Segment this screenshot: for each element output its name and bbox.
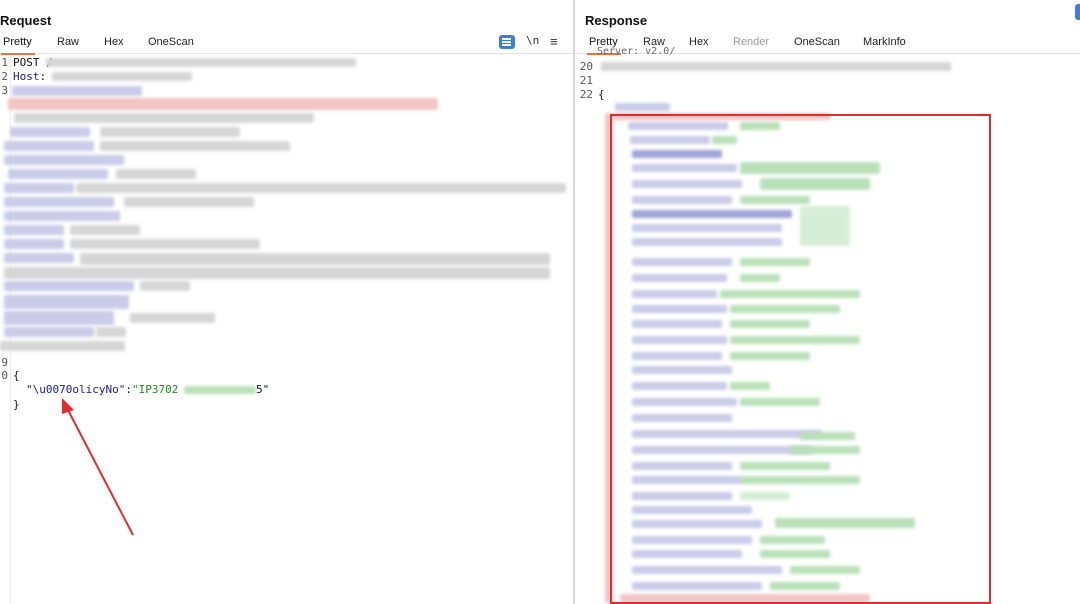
redacted-header (70, 225, 140, 235)
line-number: 21 (579, 74, 593, 87)
json-body-line: "\u0070olicyNo":"IP3702 (26, 383, 178, 396)
request-title: Request (0, 13, 52, 28)
panel-toggle-icon[interactable] (1075, 4, 1080, 20)
request-tab-onescan[interactable]: OneScan (148, 36, 194, 48)
line-number: 1 (1, 56, 8, 69)
redacted-header (4, 197, 114, 207)
json-value-start: "IP3702 (131, 383, 179, 396)
redacted-header (14, 113, 314, 123)
redacted-header (130, 313, 215, 323)
redacted-json (615, 103, 670, 111)
redacted-header (4, 267, 550, 279)
redacted-url (46, 58, 356, 67)
json-colon: : (125, 383, 132, 396)
response-tab-render[interactable]: Render (733, 36, 769, 48)
wrap-lines-icon[interactable] (499, 35, 515, 49)
redacted-header (4, 311, 114, 325)
redacted-header (100, 141, 290, 151)
request-tab-raw[interactable]: Raw (57, 36, 79, 48)
line-number: 20 (579, 60, 593, 73)
json-close-brace: } (13, 398, 20, 411)
json-value-end: 5" (256, 383, 270, 396)
redacted-header (140, 281, 190, 291)
request-pane: Request Pretty Raw Hex OneScan \n ≡ 1 PO… (0, 0, 573, 604)
redacted-header (4, 155, 124, 165)
redacted-header (4, 253, 74, 263)
redacted-header (4, 327, 94, 337)
redacted-header (116, 169, 196, 179)
request-tab-hex[interactable]: Hex (104, 36, 124, 48)
redacted-header (100, 127, 240, 137)
redacted-header (601, 62, 951, 71)
response-title: Response (585, 13, 648, 28)
line-number: 3 (1, 84, 8, 97)
host-header-label: Host: (13, 70, 47, 83)
response-tab-onescan[interactable]: OneScan (794, 36, 840, 48)
redacted-header (4, 281, 134, 291)
redacted-header (4, 183, 74, 193)
redacted-header (124, 197, 254, 207)
request-tabs: Pretty Raw Hex OneScan (0, 33, 573, 55)
redacted-host (52, 72, 192, 81)
json-open-brace: { (13, 369, 20, 382)
redacted-header (10, 127, 90, 137)
line-number: 9 (1, 356, 8, 369)
redacted-header (4, 239, 64, 249)
request-editor[interactable]: 1 POST / 2 Host: 3 9 0 {"\u0070olicyNo"… (0, 55, 573, 604)
redacted-header (76, 183, 566, 193)
newline-toggle-button[interactable]: \n (526, 34, 539, 47)
redacted-header (8, 169, 108, 179)
redacted-header (4, 295, 129, 309)
redacted-policy-number (184, 386, 256, 394)
json-key: "\u0070olicyNo" (26, 383, 126, 396)
redacted-header (4, 141, 94, 151)
line-number: 2 (1, 70, 8, 83)
partial-server-header: Server: v2.0/ (597, 46, 676, 57)
line-number: 0 (1, 369, 8, 382)
json-open-brace: { (598, 88, 605, 101)
response-tab-markinfo[interactable]: MarkInfo (863, 36, 906, 48)
redacted-header (96, 327, 126, 337)
annotation-highlight-box (610, 114, 991, 604)
redacted-header (4, 225, 64, 235)
redacted-header (12, 86, 142, 96)
redacted-header (70, 239, 260, 249)
redacted-header (80, 253, 550, 265)
request-tab-pretty[interactable]: Pretty (1, 36, 35, 55)
menu-icon[interactable]: ≡ (550, 34, 558, 49)
redacted-header (8, 98, 438, 110)
redacted-header (0, 341, 125, 351)
redacted-header (4, 211, 120, 221)
response-tab-hex[interactable]: Hex (689, 36, 709, 48)
line-number: 22 (579, 88, 593, 101)
